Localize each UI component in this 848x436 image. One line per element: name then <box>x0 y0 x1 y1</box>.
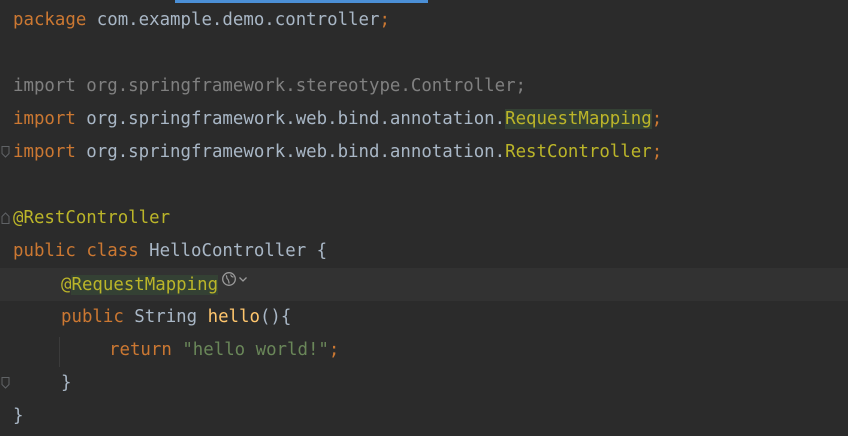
string-literal: "hello world!" <box>182 340 329 360</box>
annotation-requestmapping: RequestMapping <box>71 274 219 295</box>
closing-brace: } <box>61 373 72 393</box>
keyword-class: class <box>86 241 139 261</box>
import-path: org.springframework.web.bind.annotation. <box>75 142 506 162</box>
keyword-import: import <box>13 142 76 162</box>
keyword-return: return <box>109 340 172 360</box>
code-line-5[interactable]: import org.springframework.web.bind.anno… <box>0 136 848 224</box>
keyword-package: package <box>13 10 87 30</box>
fold-end-icon[interactable] <box>1 146 10 224</box>
package-name: com.example.demo.controller <box>86 10 380 30</box>
code-line-1[interactable]: package com.example.demo.controller; <box>0 4 848 37</box>
fold-start-icon[interactable] <box>1 80 10 158</box>
unused-import: import org.springframework.stereotype.Co… <box>13 76 527 96</box>
code-line-9[interactable]: @RequestMapping <box>0 268 848 301</box>
code-line-12[interactable]: } <box>0 367 848 400</box>
import-class-requestmapping: RequestMapping <box>505 109 652 129</box>
method-params: (){ <box>259 307 292 327</box>
fold-start-icon[interactable] <box>1 311 10 389</box>
code-line-8[interactable]: public class HelloController { <box>0 235 848 268</box>
semicolon: ; <box>651 142 663 162</box>
annotation-at-sign: @ <box>61 274 72 295</box>
import-class-restcontroller: RestController <box>505 142 652 162</box>
keyword-public: public <box>13 241 76 261</box>
semicolon: ; <box>651 109 663 129</box>
code-line-3[interactable]: import org.springframework.stereotype.Co… <box>0 70 848 158</box>
code-line-11[interactable]: return "hello world!"; <box>0 334 848 367</box>
method-name: hello <box>207 307 260 327</box>
semicolon: ; <box>328 340 340 360</box>
chevron-down-icon[interactable] <box>237 266 249 299</box>
code-line-10[interactable]: public String hello(){ <box>0 301 848 389</box>
closing-brace: } <box>13 406 24 426</box>
code-line-4[interactable]: import org.springframework.web.bind.anno… <box>0 103 848 136</box>
semicolon: ; <box>379 10 390 30</box>
globe-icon[interactable] <box>221 266 237 299</box>
annotation-restcontroller: @RestController <box>13 208 171 228</box>
code-line-7[interactable]: @RestController <box>0 202 848 235</box>
active-tab-indicator <box>175 0 428 3</box>
keyword-public: public <box>61 307 124 327</box>
code-editor[interactable]: package com.example.demo.controller; imp… <box>0 0 848 436</box>
return-type: String <box>123 307 208 327</box>
fold-end-icon[interactable] <box>1 377 10 389</box>
code-line-13[interactable]: } <box>0 400 848 433</box>
import-path: org.springframework.web.bind.annotation. <box>75 109 506 129</box>
keyword-import: import <box>13 109 76 129</box>
class-declaration: HelloController { <box>138 241 328 261</box>
